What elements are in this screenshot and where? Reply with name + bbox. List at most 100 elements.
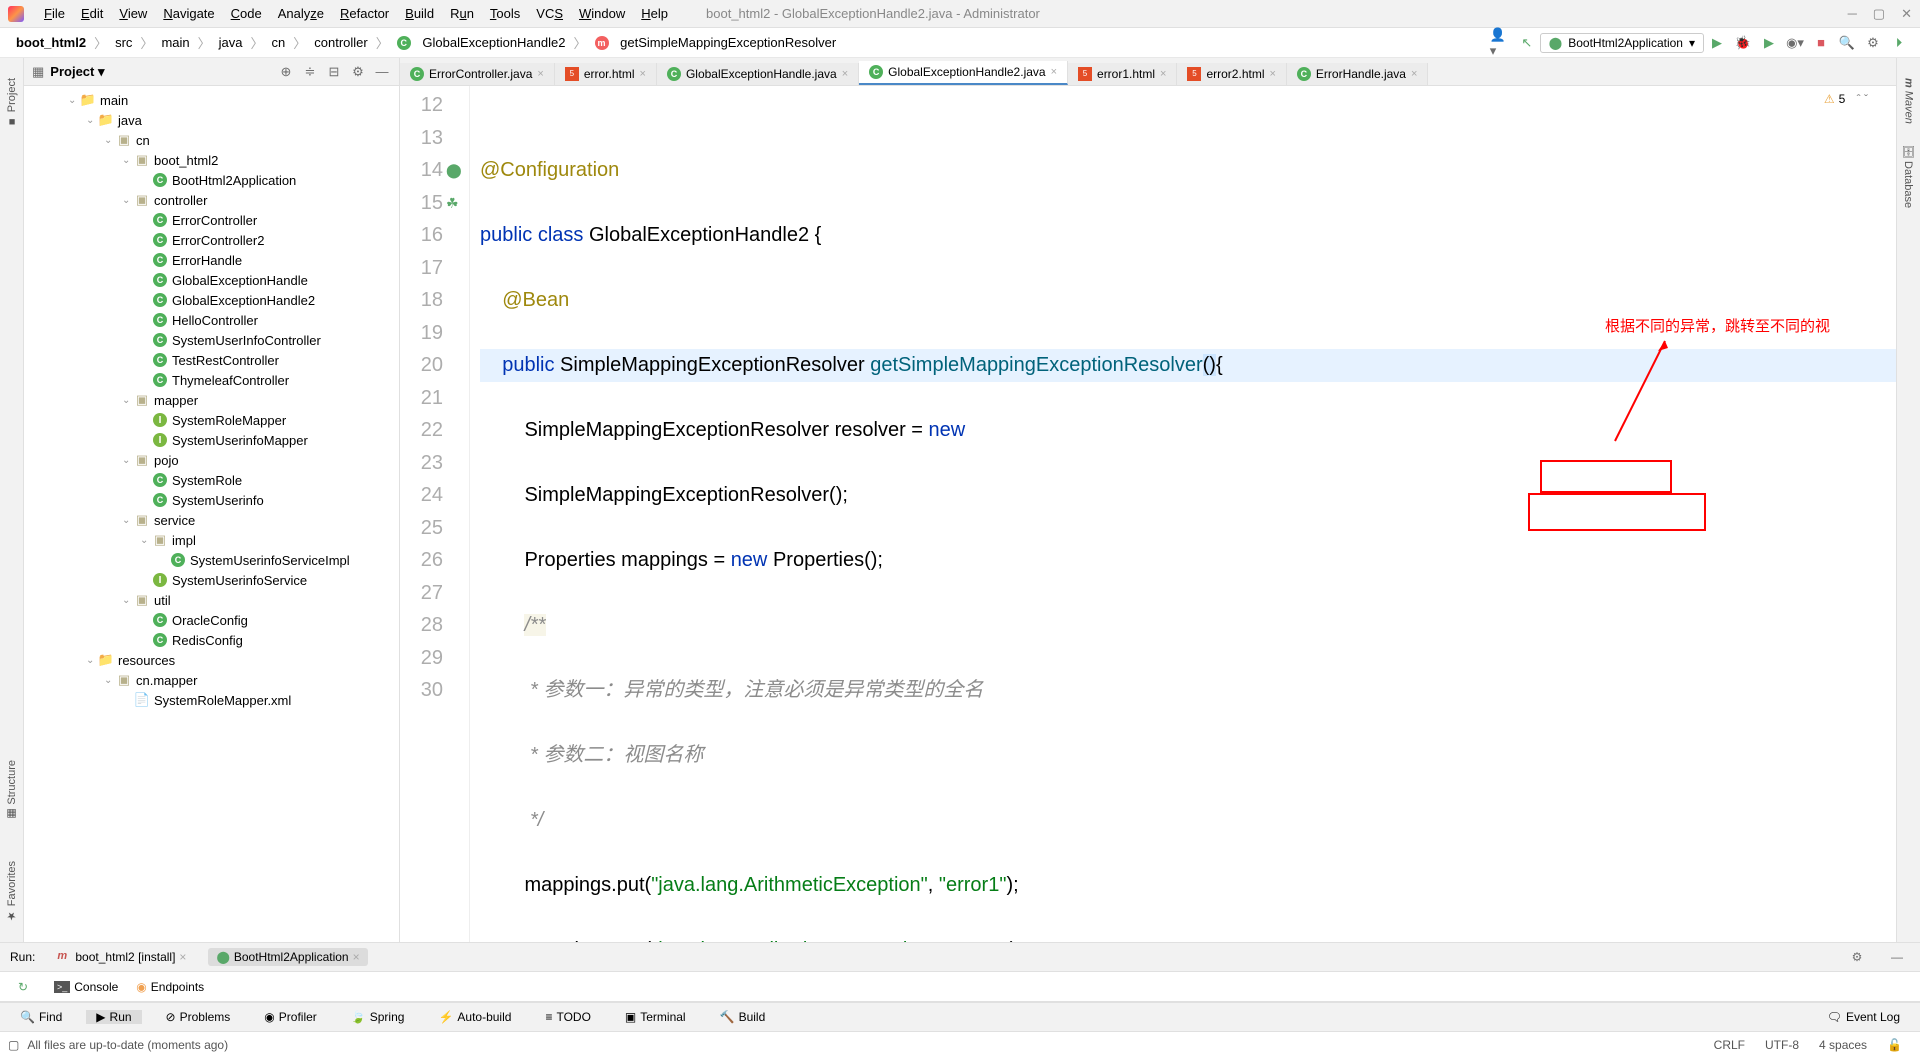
todo-tab[interactable]: ≡ TODO [535,1010,600,1024]
tree-item-ThymeleafController[interactable]: CThymeleafController [24,370,399,390]
maximize-icon[interactable]: ▢ [1873,6,1885,22]
endpoints-tab[interactable]: ◉Endpoints [136,980,204,994]
tree-controller[interactable]: ⌄▣controller [24,190,399,210]
tree-item-OracleConfig[interactable]: COracleConfig [24,610,399,630]
menu-analyze[interactable]: Analyze [270,6,332,21]
menu-navigate[interactable]: Navigate [155,6,222,21]
menu-help[interactable]: Help [633,6,676,21]
tree-main[interactable]: ⌄📁main [24,90,399,110]
panel-title[interactable]: Project ▾ [50,64,271,80]
rerun-icon[interactable]: ↻ [12,976,34,998]
tree-cn[interactable]: ⌄▣cn [24,130,399,150]
breadcrumb-item[interactable]: cn [264,33,294,52]
editor-tab[interactable]: 5error2.html× [1177,63,1286,85]
tree-xml[interactable]: 📄SystemRoleMapper.xml [24,690,399,710]
menu-refactor[interactable]: Refactor [332,6,397,21]
tree-item-SystemUserInfoController[interactable]: CSystemUserInfoController [24,330,399,350]
editor-tab[interactable]: 5error.html× [555,63,657,85]
tree-impl[interactable]: ⌄▣impl [24,530,399,550]
tree-item-GlobalExceptionHandle[interactable]: CGlobalExceptionHandle [24,270,399,290]
tree-item-SystemUserinfo[interactable]: CSystemUserinfo [24,490,399,510]
breadcrumb-class[interactable]: C GlobalExceptionHandle2 [389,33,574,52]
editor-tab[interactable]: CGlobalExceptionHandle2.java× [859,61,1068,85]
search-icon[interactable]: 🔍 [1836,32,1858,54]
menu-window[interactable]: Window [571,6,633,21]
tree-service[interactable]: ⌄▣service [24,510,399,530]
maven-rail-label[interactable]: m Maven [1903,78,1915,124]
breadcrumb-item[interactable]: main [153,33,197,52]
menu-run[interactable]: Run [442,6,482,21]
find-tab[interactable]: 🔍 Find [10,1010,72,1024]
spring-tab[interactable]: 🍃 Spring [341,1010,415,1024]
line-sep[interactable]: CRLF [1704,1038,1755,1052]
menu-build[interactable]: Build [397,6,442,21]
editor-tab[interactable]: CErrorHandle.java× [1287,63,1428,85]
encoding[interactable]: UTF-8 [1755,1038,1809,1052]
problems-tab[interactable]: ⊘ Problems [156,1010,241,1024]
run-tab[interactable]: ▶ Run [86,1010,141,1024]
database-rail-label[interactable]: 🗄 Database [1902,144,1915,208]
indent[interactable]: 4 spaces [1809,1038,1877,1052]
tree-java[interactable]: ⌄📁java [24,110,399,130]
tree-item-SystemRoleMapper[interactable]: ISystemRoleMapper [24,410,399,430]
tree-item-RedisConfig[interactable]: CRedisConfig [24,630,399,650]
tree-pojo[interactable]: ⌄▣pojo [24,450,399,470]
run-tab-install[interactable]: mboot_html2 [install] × [49,948,194,966]
event-log-tab[interactable]: 🗨 Event Log [1817,1010,1910,1024]
tree-app[interactable]: CBootHtml2Application [24,170,399,190]
tree-util[interactable]: ⌄▣util [24,590,399,610]
breadcrumb-root[interactable]: boot_html2 [8,33,94,52]
tree-mapper[interactable]: ⌄▣mapper [24,390,399,410]
bean-gutter-icon[interactable]: ☘ [446,187,459,220]
breadcrumb-item[interactable]: java [211,33,251,52]
tree-boothtml2[interactable]: ⌄▣boot_html2 [24,150,399,170]
menu-file[interactable]: File [36,6,73,21]
settings-icon[interactable]: ⚙ [1862,32,1884,54]
profile-icon[interactable]: ◉▾ [1784,32,1806,54]
tree-item-ErrorHandle[interactable]: CErrorHandle [24,250,399,270]
back-icon[interactable]: ↖ [1516,32,1538,54]
collapse-icon[interactable]: ⊟ [325,63,343,81]
editor-tab[interactable]: CErrorController.java× [400,63,555,85]
build-tab[interactable]: 🔨 Build [710,1010,776,1024]
inspection-widget[interactable]: ⚠5 ˆ ˇ [1824,92,1868,106]
minimize-icon[interactable]: ─ [1848,6,1857,22]
menu-edit[interactable]: Edit [73,6,111,21]
editor-tab[interactable]: CGlobalExceptionHandle.java× [657,63,859,85]
status-indicator-icon[interactable]: ▢ [8,1038,19,1052]
tree-resources[interactable]: ⌄📁resources [24,650,399,670]
structure-rail-label[interactable]: ▦ Structure [5,760,18,821]
tree-item-TestRestController[interactable]: CTestRestController [24,350,399,370]
close-icon[interactable]: ✕ [1901,6,1912,22]
gear-icon[interactable]: ⚙ [349,63,367,81]
user-icon[interactable]: 👤▾ [1490,32,1512,54]
breadcrumb-method[interactable]: m getSimpleMappingExceptionResolver [587,33,845,52]
debug-icon[interactable]: 🐞 [1732,32,1754,54]
console-tab[interactable]: >_Console [54,980,118,994]
readonly-icon[interactable]: 🔓 [1877,1038,1912,1052]
menu-vcs[interactable]: VCS [528,6,571,21]
run-tab-app[interactable]: ⬤BootHtml2Application × [208,948,367,966]
tree-item-SystemUserinfoService[interactable]: ISystemUserinfoService [24,570,399,590]
menu-code[interactable]: Code [223,6,270,21]
tree-item-ErrorController[interactable]: CErrorController [24,210,399,230]
run-icon[interactable]: ▶ [1706,32,1728,54]
run-coverage-icon[interactable]: ▶ [1758,32,1780,54]
run-configuration-selector[interactable]: ⬤BootHtml2Application▾ [1540,33,1704,53]
gear-icon[interactable]: ⚙ [1846,946,1868,968]
breadcrumb-item[interactable]: src [107,33,140,52]
tree-item-SystemUserinfoServiceImpl[interactable]: CSystemUserinfoServiceImpl [24,550,399,570]
menu-view[interactable]: View [111,6,155,21]
hide-icon[interactable]: — [373,63,391,81]
run-gutter-icon[interactable]: ⬤ [446,154,462,187]
tree-item-HelloController[interactable]: CHelloController [24,310,399,330]
project-tree[interactable]: ⌄📁main⌄📁java⌄▣cn⌄▣boot_html2CBootHtml2Ap… [24,86,399,942]
tree-item-SystemUserinfoMapper[interactable]: ISystemUserinfoMapper [24,430,399,450]
profiler-tab[interactable]: ◉ Profiler [254,1010,327,1024]
hide-icon[interactable]: — [1886,946,1908,968]
locate-icon[interactable]: ⊕ [277,63,295,81]
play-all-icon[interactable]: ⏵ [1888,32,1910,54]
tree-item-SystemRole[interactable]: CSystemRole [24,470,399,490]
autobuild-tab[interactable]: ⚡ Auto-build [428,1010,521,1024]
menu-tools[interactable]: Tools [482,6,528,21]
